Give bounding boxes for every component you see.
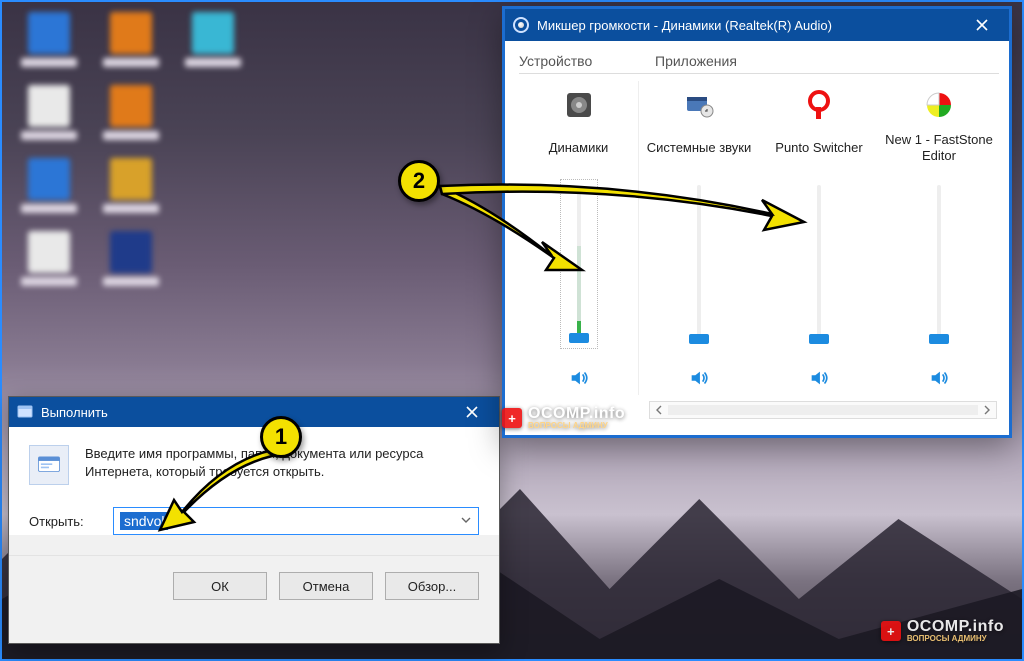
mute-button[interactable] (928, 367, 950, 389)
volume-slider[interactable] (805, 179, 833, 349)
desktop-icon[interactable] (102, 12, 160, 67)
mixer-channel: Punto Switcher (759, 81, 879, 395)
mixer-channel: New 1 - FastStone Editor (879, 81, 999, 395)
desktop-wallpaper: Выполнить Введите имя программы, папки, … (0, 0, 1024, 661)
desktop-icon[interactable] (102, 231, 160, 286)
slider-thumb[interactable] (569, 333, 589, 343)
app-icon[interactable] (921, 87, 957, 123)
mixer-channel: Системные звуки (639, 81, 759, 395)
mute-button[interactable] (808, 367, 830, 389)
desktop-icon[interactable] (20, 158, 78, 213)
open-combobox[interactable]: sndvol (113, 507, 479, 535)
mute-button[interactable] (688, 367, 710, 389)
channel-name: Punto Switcher (775, 131, 862, 165)
desktop-icon[interactable] (20, 231, 78, 286)
run-window-icon (17, 404, 33, 420)
annotation-badge-2: 2 (398, 160, 440, 202)
desktop-icon[interactable] (102, 158, 160, 213)
run-titlebar[interactable]: Выполнить (9, 397, 499, 427)
watermark-subtext: ВОПРОСЫ АДМИНУ (528, 422, 625, 430)
device-header: Устройство (519, 53, 647, 74)
close-icon[interactable] (451, 398, 493, 426)
watermark: + OCOMP.infoВОПРОСЫ АДМИНУ (502, 406, 625, 430)
desktop-icon[interactable] (20, 85, 78, 140)
speaker-icon (513, 17, 529, 33)
apps-header: Приложения (647, 53, 999, 74)
desktop-icon[interactable] (20, 12, 78, 67)
cross-icon: + (502, 408, 522, 428)
app-icon[interactable] (681, 87, 717, 123)
annotation-badge-1: 1 (260, 416, 302, 458)
ok-button[interactable]: ОК (173, 572, 267, 600)
slider-thumb[interactable] (689, 334, 709, 344)
chevron-down-icon[interactable] (460, 514, 472, 529)
watermark-text: OCOMP.info (907, 619, 1004, 635)
run-title: Выполнить (41, 405, 451, 420)
slider-thumb[interactable] (809, 334, 829, 344)
channel-name: Динамики (549, 131, 609, 165)
mixer-channel: Динамики (519, 81, 639, 395)
open-input-value[interactable]: sndvol (120, 512, 168, 530)
run-dialog: Выполнить Введите имя программы, папки, … (8, 396, 500, 644)
mixer-titlebar[interactable]: Микшер громкости - Динамики (Realtek(R) … (505, 9, 1009, 41)
volume-slider[interactable] (685, 179, 713, 349)
app-icon[interactable] (801, 87, 837, 123)
app-icon[interactable] (561, 87, 597, 123)
cancel-button[interactable]: Отмена (279, 572, 373, 600)
cross-icon: + (881, 621, 901, 641)
watermark: + OCOMP.infoВОПРОСЫ АДМИНУ (881, 619, 1004, 643)
watermark-subtext: ВОПРОСЫ АДМИНУ (907, 635, 1004, 643)
browse-button[interactable]: Обзор... (385, 572, 479, 600)
volume-slider[interactable] (925, 179, 953, 349)
slider-thumb[interactable] (929, 334, 949, 344)
volume-slider[interactable] (560, 179, 598, 349)
volume-mixer-window: Микшер громкости - Динамики (Realtek(R) … (502, 6, 1012, 438)
watermark-text: OCOMP.info (528, 406, 625, 422)
open-label: Открыть: (29, 514, 101, 529)
desktop-icon[interactable] (102, 85, 160, 140)
run-program-icon (29, 445, 69, 485)
mixer-title: Микшер громкости - Динамики (Realtek(R) … (537, 18, 961, 33)
channel-name: Системные звуки (647, 131, 752, 165)
mute-button[interactable] (568, 367, 590, 389)
channel-name: New 1 - FastStone Editor (883, 131, 995, 165)
desktop-icon[interactable] (184, 12, 242, 67)
scrollbar-track[interactable] (668, 405, 978, 415)
scroll-left-icon[interactable] (650, 402, 668, 418)
scroll-right-icon[interactable] (978, 402, 996, 418)
close-icon[interactable] (961, 11, 1003, 39)
desktop-icons-group (20, 12, 260, 286)
mixer-horizontal-scrollbar[interactable] (649, 401, 997, 419)
